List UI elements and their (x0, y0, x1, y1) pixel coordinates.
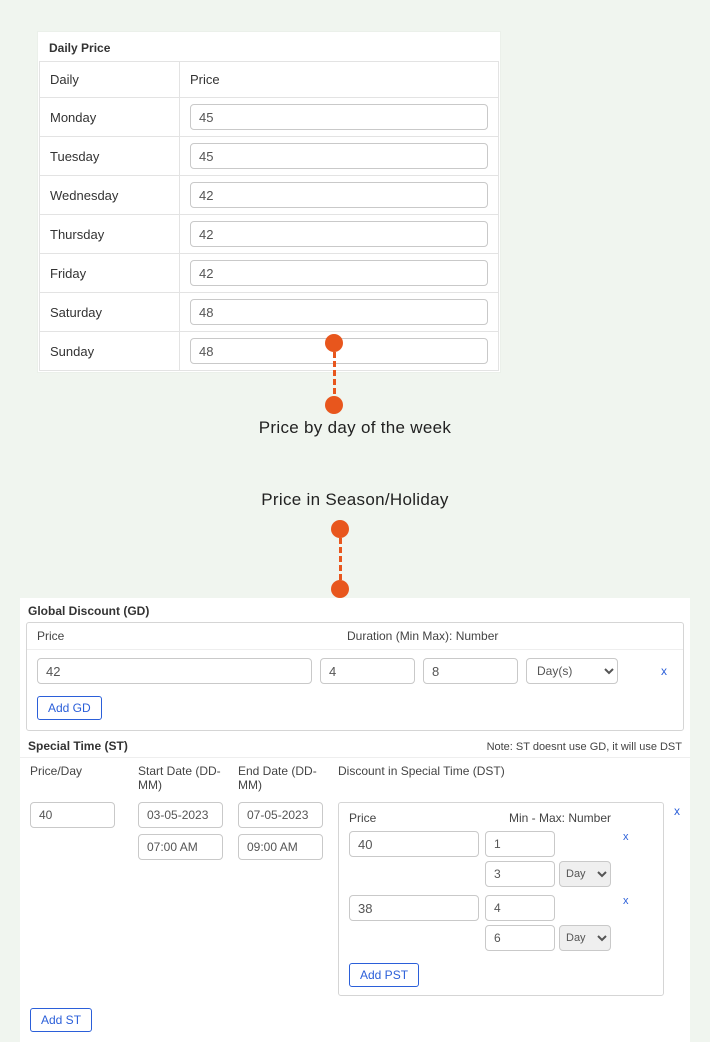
price-input-wednesday[interactable] (190, 182, 488, 208)
table-row: Monday (40, 98, 499, 137)
table-row: Thursday (40, 215, 499, 254)
connector-dot-icon (331, 580, 349, 598)
col-price: Price (180, 62, 499, 98)
dst-remove-button[interactable]: x (623, 831, 629, 843)
st-priceday-input[interactable] (30, 802, 115, 828)
dst-col-minmax: Min - Max: Number (509, 811, 611, 825)
connector-dot-icon (331, 520, 349, 538)
st-remove-button[interactable]: x (674, 802, 680, 818)
col-daily: Daily (40, 62, 180, 98)
gd-box: Price Duration (Min Max): Number Day(s) … (26, 622, 684, 731)
gd-col-duration: Duration (Min Max): Number (347, 629, 498, 643)
st-col-start: Start Date (DD-MM) (138, 764, 238, 792)
st-endtime-input[interactable] (238, 834, 323, 860)
gd-price-input[interactable] (37, 658, 312, 684)
price-input-monday[interactable] (190, 104, 488, 130)
day-label: Friday (40, 254, 180, 293)
dst-price-input[interactable] (349, 831, 479, 857)
price-input-tuesday[interactable] (190, 143, 488, 169)
st-enddate-input[interactable] (238, 802, 323, 828)
daily-price-panel: Daily Price Daily Price Monday Tuesday W… (38, 32, 500, 372)
caption-by-day: Price by day of the week (0, 418, 710, 438)
dst-unit-select[interactable]: Day (559, 925, 611, 951)
dst-row: Day x (349, 831, 653, 887)
connector-line-icon (333, 352, 336, 394)
st-col-dst: Discount in Special Time (DST) (338, 764, 505, 792)
gd-title: Global Discount (GD) (20, 598, 690, 622)
gd-max-input[interactable] (423, 658, 518, 684)
dst-max-input[interactable] (485, 925, 555, 951)
price-input-thursday[interactable] (190, 221, 488, 247)
day-label: Sunday (40, 332, 180, 371)
gd-min-input[interactable] (320, 658, 415, 684)
st-note: Note: ST doesnt use GD, it will use DST (487, 741, 682, 753)
caption-season: Price in Season/Holiday (0, 490, 710, 510)
dst-max-input[interactable] (485, 861, 555, 887)
gd-remove-button[interactable]: x (655, 664, 673, 678)
connector-dot-icon (325, 334, 343, 352)
gd-col-price: Price (37, 629, 347, 643)
st-starttime-input[interactable] (138, 834, 223, 860)
gd-row: Day(s) x (27, 650, 683, 692)
dst-min-input[interactable] (485, 895, 555, 921)
dst-unit-select[interactable]: Day (559, 861, 611, 887)
st-startdate-input[interactable] (138, 802, 223, 828)
add-pst-button[interactable]: Add PST (349, 963, 419, 987)
connector-line-icon (339, 538, 342, 580)
dst-remove-button[interactable]: x (623, 895, 629, 907)
day-label: Monday (40, 98, 180, 137)
add-gd-button[interactable]: Add GD (37, 696, 102, 720)
dst-box: Price Min - Max: Number Day x (338, 802, 664, 996)
daily-price-table: Daily Price Monday Tuesday Wednesday Thu… (39, 61, 499, 371)
gd-unit-select[interactable]: Day(s) (526, 658, 618, 684)
dst-min-input[interactable] (485, 831, 555, 857)
st-row: Price Min - Max: Number Day x (20, 798, 690, 1004)
table-row: Friday (40, 254, 499, 293)
price-input-saturday[interactable] (190, 299, 488, 325)
table-row: Tuesday (40, 137, 499, 176)
add-st-button[interactable]: Add ST (30, 1008, 92, 1032)
st-title: Special Time (ST) (28, 739, 128, 753)
day-label: Thursday (40, 215, 180, 254)
discount-panel: Global Discount (GD) Price Duration (Min… (20, 598, 690, 1042)
table-row: Sunday (40, 332, 499, 371)
day-label: Tuesday (40, 137, 180, 176)
day-label: Wednesday (40, 176, 180, 215)
dst-col-price: Price (349, 811, 509, 825)
daily-price-title: Daily Price (39, 33, 499, 61)
dst-price-input[interactable] (349, 895, 479, 921)
price-input-friday[interactable] (190, 260, 488, 286)
st-columns: Price/Day Start Date (DD-MM) End Date (D… (20, 757, 690, 798)
dst-row: Day x (349, 895, 653, 951)
st-col-end: End Date (DD-MM) (238, 764, 338, 792)
connector-dot-icon (325, 396, 343, 414)
day-label: Saturday (40, 293, 180, 332)
st-col-priceday: Price/Day (30, 764, 138, 792)
table-row: Saturday (40, 293, 499, 332)
table-row: Wednesday (40, 176, 499, 215)
